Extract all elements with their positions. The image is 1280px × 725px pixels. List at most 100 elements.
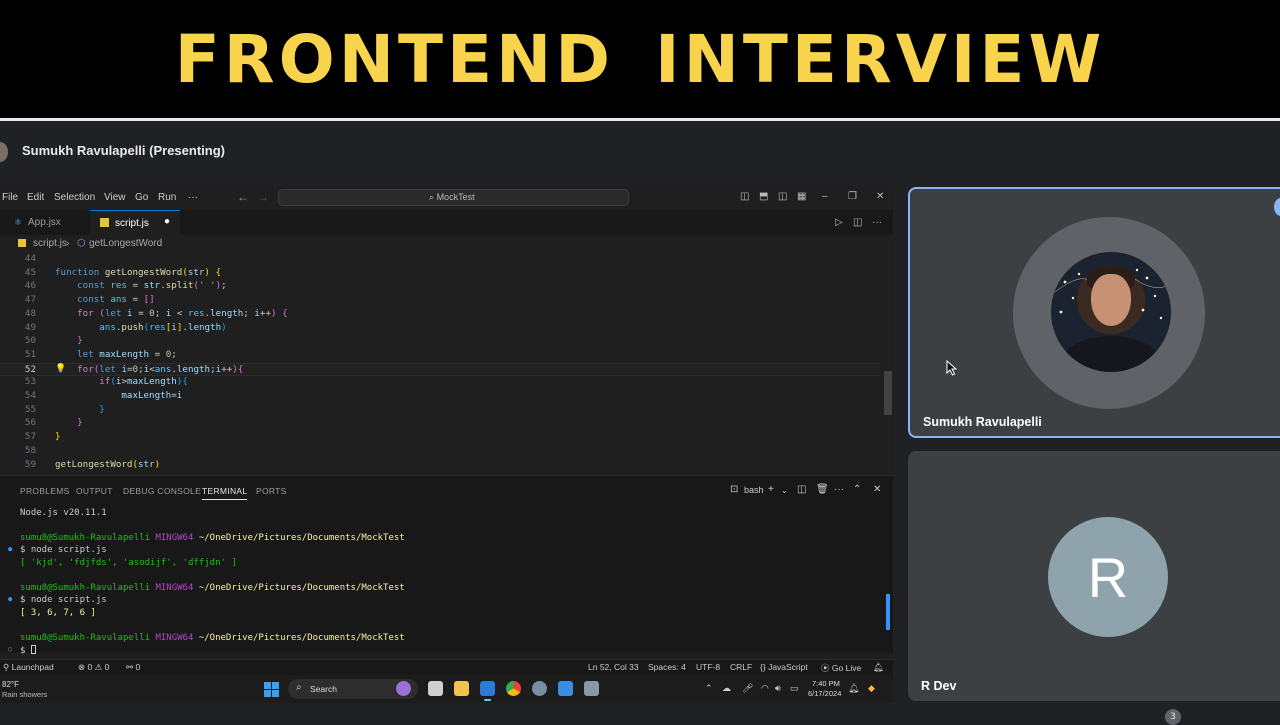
code-line: 58 [24,444,36,456]
menu-file[interactable]: File [2,192,18,203]
breadcrumb-symbol[interactable]: getLongestWord [89,238,162,249]
code-line: 45 function getLongestWord(str) { [24,266,222,278]
settings-gear-icon[interactable] [532,681,547,696]
search-icon: ⌕ [429,192,435,202]
code-line: 56 } [24,417,83,429]
menu-selection[interactable]: Selection [54,192,95,203]
battery-icon[interactable]: ▭ [790,683,799,694]
weather-description[interactable]: Rain showers [2,690,47,699]
toggle-sidebar-icon[interactable]: ◫ [740,191,749,202]
editor-scrollbar[interactable] [884,371,892,415]
panel-tab-problems[interactable]: PROBLEMS [20,486,70,496]
code-line: 55 } [24,403,105,415]
copilot-icon[interactable]: ◆ [868,683,875,694]
tab-script-js[interactable]: script.js ● [90,210,180,235]
cursor-position[interactable]: Ln 52, Col 33 [588,662,639,672]
menu-go[interactable]: Go [135,192,148,203]
chevron-up-icon[interactable]: ⌃ [705,683,713,694]
participant-count-badge[interactable]: 3 [1165,709,1181,725]
chevron-down-icon[interactable]: ⌄ [781,486,788,495]
go-live-button[interactable]: ⦿ Go Live [821,662,861,674]
panel-tab-terminal[interactable]: TERMINAL [202,486,248,500]
avatar: R [1048,517,1168,637]
participant-tile-r-dev[interactable]: R R Dev [908,451,1280,701]
split-terminal-icon[interactable]: ◫ [797,484,806,495]
avatar-ring [1013,217,1205,409]
indentation[interactable]: Spaces: 4 [648,662,686,672]
vscode-icon[interactable] [480,681,495,701]
notification-bell-icon[interactable]: 🔔︎ [848,683,859,694]
language-mode[interactable]: {} JavaScript [760,662,808,672]
terminal-icon: ⊡ [730,484,739,495]
forward-arrow-icon[interactable]: → [257,190,269,204]
menu-view[interactable]: View [104,192,126,203]
minimize-icon[interactable]: – [822,191,828,202]
more-actions-icon[interactable]: ··· [872,217,882,228]
panel-tab-output[interactable]: OUTPUT [76,486,113,496]
wifi-icon[interactable]: ◠ [761,683,769,694]
close-icon[interactable]: ✕ [876,191,884,202]
react-icon: ⚛ [14,217,23,227]
taskbar-date[interactable]: 6/17/2024 [808,689,841,698]
file-explorer-icon[interactable] [454,681,469,696]
command-center[interactable]: ⌕ MockTest [278,189,629,206]
more-actions-icon[interactable]: ··· [834,484,844,495]
problems-status[interactable]: ⊗ 0 ⚠ 0 [78,662,109,673]
back-arrow-icon[interactable]: ← [237,190,249,204]
javascript-icon [18,239,26,247]
command-decoration-icon[interactable]: ○ [8,645,12,653]
warning-icon: ⚠ [94,662,103,672]
tab-app-jsx[interactable]: ⚛ App.jsx [0,210,90,235]
toggle-secondary-sidebar-icon[interactable]: ◫ [778,191,787,202]
terminal-line: [ 3, 6, 7, 6 ] [20,608,96,618]
weather-temperature[interactable]: 82°F [2,680,19,689]
app-icon[interactable] [558,681,573,696]
maximize-panel-icon[interactable]: ⌃ [853,484,861,495]
panel-tab-ports[interactable]: PORTS [256,486,287,496]
unsaved-dot-icon[interactable]: ● [164,216,170,227]
chrome-icon[interactable] [506,681,521,696]
code-line: 49 ans.push(res[i].length) [24,321,227,333]
terminal-shell-label[interactable]: bash [744,485,764,495]
code-editor[interactable]: 44 45 function getLongestWord(str) { 46 c… [0,253,893,475]
split-editor-icon[interactable]: ◫ [853,217,862,228]
code-line: 47 const ans = [] [24,294,155,306]
restore-icon[interactable]: ❐ [848,191,857,202]
speaker-icon[interactable]: 🔊︎ [775,683,781,694]
terminal-line: $ node script.js [20,595,107,605]
braces-icon: {} [760,662,766,672]
trash-icon[interactable]: 🗑 [816,484,829,495]
close-panel-icon[interactable]: ✕ [873,484,881,495]
windows-start-icon[interactable] [264,682,279,697]
menu-edit[interactable]: Edit [27,192,44,203]
banner-title: FRONTEND INTERVIEW [174,20,1106,98]
launchpad-item[interactable]: ⚲ Launchpad [3,662,54,673]
command-center-label: MockTest [436,192,475,202]
code-line: 59 getLongestWord(str) [24,458,161,470]
panel-tab-debug-console[interactable]: DEBUG CONSOLE [123,486,201,496]
microphone-icon[interactable]: 🎤︎ [742,683,753,694]
presenter-label: Sumukh Ravulapelli (Presenting) [22,143,225,158]
tray-app-icon[interactable]: ☁ [722,683,731,694]
customize-layout-icon[interactable]: ▦ [797,191,806,202]
participant-name: Sumukh Ravulapelli [923,415,1042,429]
toggle-panel-icon[interactable]: ⬒ [759,191,768,202]
menu-run[interactable]: Run [158,192,176,203]
new-terminal-icon[interactable]: + [768,484,774,495]
run-icon[interactable]: ▷ [835,217,843,228]
camera-icon[interactable] [584,681,599,696]
ports-status[interactable]: ⚯ 0 [126,662,140,673]
line-ending[interactable]: CRLF [730,662,752,672]
participant-tile-presenter[interactable]: Sumukh Ravulapelli [908,187,1280,438]
taskbar-time[interactable]: 7:40 PM [812,679,840,688]
encoding[interactable]: UTF-8 [696,662,720,672]
terminal-scrollbar[interactable] [886,594,890,630]
vscode-window: File Edit Selection View Go Run ··· ← → … [0,185,893,675]
command-decoration-icon[interactable]: ● [8,595,12,603]
task-view-icon[interactable] [428,681,443,696]
breadcrumb-file[interactable]: script.js [33,238,67,249]
widgets-icon[interactable] [396,681,411,696]
command-decoration-icon[interactable]: ● [8,545,12,553]
notifications-bell-icon[interactable]: 🔔︎ [873,662,884,673]
menu-more[interactable]: ··· [188,192,198,203]
